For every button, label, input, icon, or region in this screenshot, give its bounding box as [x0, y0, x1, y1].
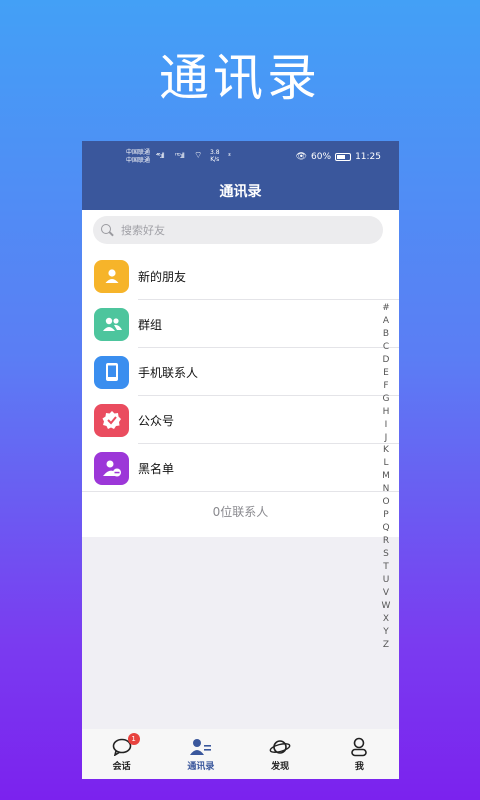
index-letter[interactable]: O [382, 496, 389, 509]
menu-label: 手机联系人 [138, 365, 199, 380]
user-icon [348, 737, 370, 757]
index-letter[interactable]: S [383, 548, 389, 561]
contact-count: 0位联系人 [212, 505, 269, 519]
status-right: 👁 60% 11:25 [296, 152, 381, 162]
page-title: 通讯录 [219, 184, 262, 200]
unread-badge: 1 [127, 732, 140, 745]
promo-title: 通讯录 [159, 49, 321, 107]
index-letter[interactable]: J [385, 432, 388, 445]
clock: 11:25 [355, 152, 381, 162]
index-letter[interactable]: Y [383, 626, 389, 639]
blocked-user-icon [94, 451, 129, 485]
menu-label: 新的朋友 [138, 269, 187, 284]
index-letter[interactable]: U [383, 574, 390, 587]
index-letter[interactable]: M [382, 470, 390, 483]
menu-label: 群组 [138, 317, 163, 332]
index-letter[interactable]: G [383, 393, 390, 406]
index-letter[interactable]: T [383, 561, 389, 574]
person-icon [94, 259, 129, 293]
tab-me[interactable]: 我 [329, 737, 389, 772]
search-icon [101, 224, 113, 236]
status-bar: 中国联通 中国联通 ⁴⁶.ıll ᴴᴰ.ıll ⌔ 3.8 K/s ᶻ 👁 60… [82, 149, 399, 165]
index-letter[interactable]: D [383, 354, 390, 367]
carrier-1: 中国联通 [126, 149, 151, 156]
index-letter[interactable]: K [383, 444, 389, 457]
index-letter[interactable]: Q [382, 522, 389, 535]
index-letter[interactable]: F [383, 380, 388, 393]
index-letter[interactable]: V [383, 587, 389, 600]
group-icon [94, 307, 129, 341]
search-input[interactable]: 搜索好友 [93, 216, 383, 244]
index-letter[interactable]: C [383, 341, 389, 354]
tab-label: 发现 [271, 761, 290, 772]
carrier-2: 中国联通 [126, 157, 151, 164]
speed-value: 3.8 [210, 149, 220, 156]
menu-label: 黑名单 [138, 461, 175, 476]
index-letter[interactable]: I [385, 419, 388, 432]
signal-1-icon: ⁴⁶.ıll [156, 152, 165, 160]
menu-item-phone-contacts[interactable]: 手机联系人 [82, 348, 399, 396]
index-letter[interactable]: N [383, 483, 390, 496]
index-letter[interactable]: L [383, 457, 388, 470]
index-letter[interactable]: E [383, 367, 389, 380]
carrier-info: 中国联通 中国联通 [126, 149, 150, 165]
planet-icon [269, 737, 291, 757]
menu-item-blacklist[interactable]: 黑名单 [82, 444, 399, 492]
verified-badge-icon [94, 403, 129, 437]
menu-item-new-friends[interactable]: 新的朋友 [82, 252, 399, 300]
index-letter[interactable]: # [382, 302, 390, 315]
phone-icon [94, 355, 129, 389]
menu-label: 公众号 [138, 413, 175, 428]
divider [82, 491, 399, 492]
contacts-panel: 搜索好友 新的朋友 群组 手机联系人 公众号 黑名单 0位联系人 [82, 210, 399, 537]
index-letter[interactable]: P [383, 509, 388, 522]
tab-chats[interactable]: 1 会话 [92, 732, 152, 772]
app-header: 中国联通 中国联通 ⁴⁶.ıll ᴴᴰ.ıll ⌔ 3.8 K/s ᶻ 👁 60… [82, 141, 399, 210]
tab-contacts[interactable]: 通讯录 [171, 737, 231, 772]
tab-label: 会话 [112, 761, 131, 772]
phone-screen: 中国联通 中国联通 ⁴⁶.ıll ᴴᴰ.ıll ⌔ 3.8 K/s ᶻ 👁 60… [82, 141, 399, 779]
bottom-tab-bar: 1 会话 通讯录 发现 我 [82, 729, 399, 779]
battery-percent: 60% [311, 152, 332, 162]
battery-icon [335, 153, 352, 161]
index-letter[interactable]: W [382, 600, 391, 613]
network-speed: 3.8 K/s [210, 149, 220, 163]
menu-item-groups[interactable]: 群组 [82, 300, 399, 348]
eye-comfort-icon: 👁 [295, 152, 308, 162]
menu-item-official-accounts[interactable]: 公众号 [82, 396, 399, 444]
contacts-icon [189, 737, 212, 757]
search-placeholder: 搜索好友 [121, 224, 165, 237]
index-letter[interactable]: A [383, 315, 389, 328]
signal-2-icon: ᴴᴰ.ıll [175, 152, 185, 160]
index-letter[interactable]: X [383, 613, 389, 626]
index-letter[interactable]: Z [383, 639, 389, 652]
tab-label: 通讯录 [187, 761, 215, 772]
speed-unit: K/s [210, 156, 220, 163]
index-letter[interactable]: B [383, 328, 389, 341]
wifi-icon: ⌔ [194, 151, 203, 161]
index-letter[interactable]: H [383, 406, 390, 419]
tab-discover[interactable]: 发现 [250, 737, 310, 772]
alphabet-index[interactable]: # A B C D E F G H I J K L M N O P Q R S T U V W X Y Z [381, 302, 391, 652]
index-letter[interactable]: R [383, 535, 389, 548]
sleep-mode-icon: ᶻ [228, 152, 231, 160]
tab-label: 我 [354, 761, 364, 772]
